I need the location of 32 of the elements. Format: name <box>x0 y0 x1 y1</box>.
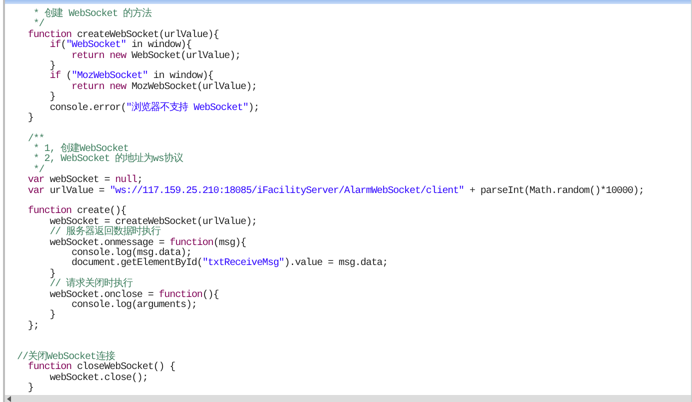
code-line: webSocket.close(); <box>48 374 149 384</box>
code-line: console.log(arguments); <box>70 300 198 312</box>
code-line: */ <box>32 166 46 176</box>
code-line: }; <box>26 322 40 332</box>
code-line: document.getElementById("txtReceiveMsg").value = msg.data; <box>70 259 389 270</box>
code-line: var webSocket = null; <box>26 176 142 186</box>
code-line: } <box>26 114 34 124</box>
code-line: } <box>26 384 34 394</box>
code-line: */ <box>33 20 44 30</box>
code-line: // 服务器返回数据时执行 <box>48 228 161 238</box>
code-line: return new WebSocket(urlValue); <box>70 52 242 62</box>
scroll-left-arrow-icon[interactable] <box>6 396 12 402</box>
code-line: //关闭WebSocket连接 <box>17 352 116 363</box>
code-line: } <box>48 62 56 72</box>
code-line: function createWebSocket(urlValue){ <box>26 30 220 41</box>
code-line: * 2, WebSocket 的地址为ws协议 <box>32 155 184 166</box>
code-line: webSocket.onclose = function(){ <box>48 290 220 301</box>
code-line: console.error("浏览器不支持 WebSocket"); <box>48 104 260 114</box>
code-line: function closeWebSocket() { <box>26 363 176 374</box>
code-line: webSocket.onmessage = function(msg){ <box>48 238 247 249</box>
code-line: console.log(msg.data); <box>70 248 192 259</box>
code-line: if ("MozWebSocket" in window){ <box>48 72 214 82</box>
code-line: } <box>48 311 56 322</box>
code-line: } <box>48 93 56 104</box>
code-line: if("WebSocket" in window){ <box>48 41 192 52</box>
code-line: var urlValue = "ws://117.159.25.210:18085/iFacilityServer/AlarmWebSocket/client" + parseInt(Math.random()*10000); <box>26 186 645 198</box>
code-line: } <box>48 270 56 280</box>
code-line: /** <box>26 134 45 145</box>
code-line: * 创建 WebSocket 的方法 <box>32 10 153 20</box>
code-line: return new MozWebSocket(urlValue); <box>70 82 258 94</box>
code-line: // 请求关闭时执行 <box>48 280 133 290</box>
code-line: function create(){ <box>26 207 126 218</box>
